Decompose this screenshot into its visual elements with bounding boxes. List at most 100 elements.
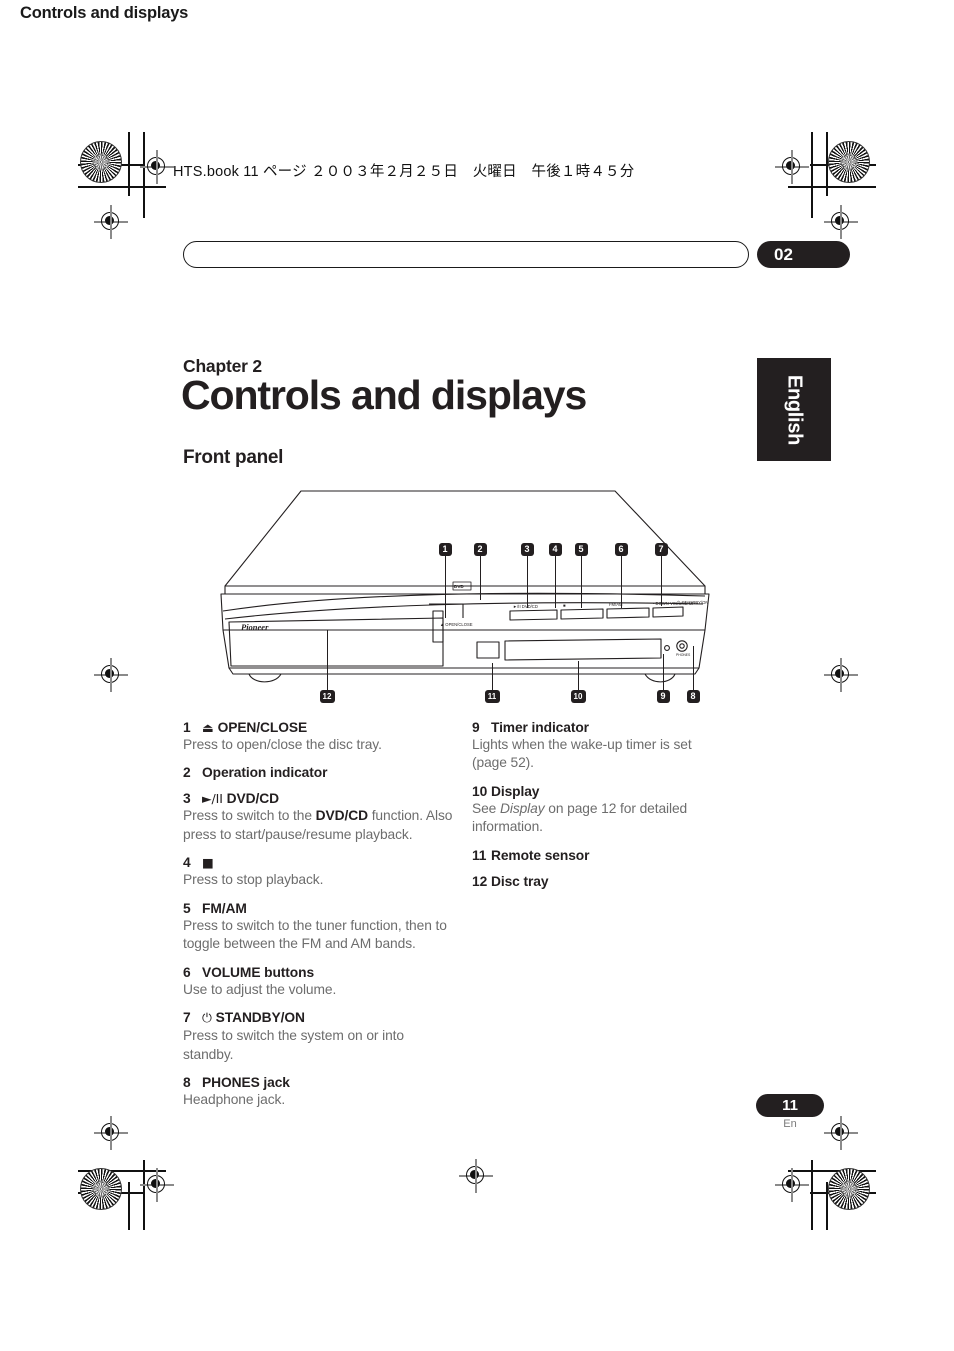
front-panel-item-number: 1 — [183, 720, 191, 735]
front-panel-item-label: Display — [491, 783, 540, 799]
pioneer-brand-logo: Pioneer — [241, 622, 269, 632]
callout-leader-11 — [492, 663, 494, 690]
language-side-tab: English — [757, 358, 831, 461]
front-panel-item-description: Press to open/close the disc tray. — [183, 737, 382, 752]
front-panel-item-label: Timer indicator — [491, 720, 589, 735]
callout-leader-5 — [581, 556, 583, 608]
front-panel-item-number: 10 — [472, 783, 488, 799]
registration-star — [828, 1168, 870, 1210]
front-panel-item-heading: 7 ⏻ STANDBY/ON — [183, 1010, 455, 1026]
callout-marker-5: 5 — [574, 543, 588, 556]
callout-leader-1 — [445, 556, 447, 618]
front-panel-item-description: Headphone jack. — [183, 1092, 286, 1108]
front-panel-item-heading: 12 Disc tray — [472, 874, 712, 889]
front-panel-item-number: 7 — [183, 1010, 191, 1026]
front-panel-item-number: 6 — [183, 964, 191, 980]
front-panel-item-heading: 2 Operation indicator — [183, 765, 455, 780]
front-panel-item-description: Press to switch to the DVD/CD function. … — [183, 808, 453, 842]
front-panel-item-label: STANDBY/ON — [215, 1010, 305, 1026]
callout-leader-4 — [555, 556, 557, 608]
crop-mark — [128, 1182, 130, 1230]
callout-leader-12 — [327, 630, 329, 690]
callout-leader-8 — [693, 646, 695, 690]
callout-leader-9 — [663, 654, 665, 690]
callout-marker-6: 6 — [614, 543, 628, 556]
running-header-title: Controls and displays — [20, 4, 189, 22]
front-panel-item-label: Operation indicator — [202, 765, 328, 781]
section-title: Front panel — [183, 447, 284, 468]
front-panel-item-heading: 3 ►/II DVD/CD — [183, 791, 455, 806]
callout-leader-2 — [480, 556, 482, 600]
front-panel-item: 5 FM/AM Press to switch to the tuner funct… — [183, 901, 455, 954]
front-panel-item-number: 5 — [183, 900, 191, 916]
crop-mark — [78, 186, 166, 188]
page-number: 11 — [756, 1094, 824, 1117]
tray-open-close-label: ▲ OPEN/CLOSE — [440, 622, 473, 627]
front-panel-item: 7 ⏻ STANDBY/ON Press to switch the system … — [183, 1010, 455, 1064]
eject-icon: ⏏ — [202, 720, 218, 735]
front-panel-item: 1 ⏏ OPEN/CLOSE Press to open/close the dis… — [183, 720, 455, 754]
front-panel-item-heading: 11 Remote sensor — [472, 848, 712, 863]
registration-cross — [94, 1116, 128, 1150]
front-panel-item-description: See Display on page 12 for detailed info… — [472, 800, 688, 835]
crop-mark — [788, 186, 876, 188]
callout-marker-2: 2 — [473, 543, 487, 556]
callout-marker-4: 4 — [548, 543, 562, 556]
stop-icon: ■ — [202, 855, 214, 871]
running-header-chapter-number: 02 — [757, 241, 850, 268]
callout-marker-9: 9 — [656, 690, 670, 703]
front-panel-items-right-column: 9 Timer indicator Lights when the wake-up … — [472, 720, 712, 900]
crop-mark — [811, 1160, 813, 1230]
registration-cross — [775, 1168, 809, 1202]
file-header-text: HTS.book 11 ページ ２００３年２月２５日 火曜日 午後１時４５分 — [173, 164, 635, 180]
registration-cross — [824, 205, 858, 239]
page-title: Controls and displays — [181, 372, 587, 418]
front-panel-item-number: 3 — [183, 791, 191, 807]
front-panel-illustration: ▲ OPEN/CLOSE ►/II DVD/CD ■ FM/AM - DOWN … — [205, 478, 715, 713]
front-panel-item: 10 Display See Display on page 12 for deta… — [472, 784, 712, 837]
callout-leader-7 — [661, 556, 663, 606]
dvd-video-logo: DVD — [454, 584, 464, 589]
callout-leader-6 — [621, 556, 623, 608]
label-phones: PHONES — [676, 653, 691, 657]
front-panel-item-number: 8 — [183, 1075, 191, 1091]
front-panel-item-label: PHONES jack — [202, 1075, 290, 1091]
front-panel-drawing: ▲ OPEN/CLOSE ►/II DVD/CD ■ FM/AM - DOWN … — [220, 490, 710, 683]
registration-cross — [824, 658, 858, 692]
registration-cross — [94, 658, 128, 692]
front-panel-item-description: Press to switch to the tuner function, t… — [183, 917, 447, 952]
label-stop: ■ — [563, 603, 566, 608]
front-panel-item-description: Press to switch the system on or into st… — [183, 1028, 404, 1062]
front-panel-item-heading: 6 VOLUME buttons — [183, 965, 455, 980]
front-panel-item-heading: 10 Display — [472, 784, 712, 799]
callout-marker-8: 8 — [686, 690, 700, 703]
front-panel-item-label: FM/AM — [202, 900, 247, 916]
front-panel-item-number: 2 — [183, 765, 191, 781]
callout-leader-3 — [527, 556, 529, 608]
front-panel-item: 4 ■ Press to stop playback. — [183, 855, 455, 889]
callout-marker-11: 11 — [484, 690, 500, 703]
front-panel-item: 12 Disc tray — [472, 874, 712, 889]
running-header-pill — [183, 241, 749, 268]
registration-cross — [459, 1159, 493, 1193]
front-panel-item-description: Lights when the wake-up timer is set (pa… — [472, 737, 692, 771]
front-panel-item-heading: 8 PHONES jack — [183, 1075, 455, 1090]
callout-marker-10: 10 — [570, 690, 586, 703]
label-dvd-cd: ►/II DVD/CD — [513, 604, 538, 609]
front-panel-item-description: Press to stop playback. — [183, 872, 324, 888]
front-panel-item: 9 Timer indicator Lights when the wake-up … — [472, 720, 712, 773]
front-panel-item-heading: 9 Timer indicator — [472, 720, 712, 735]
callout-marker-1: 1 — [438, 543, 452, 556]
registration-cross — [140, 150, 174, 184]
registration-star — [828, 141, 870, 183]
play-pause-icon: ►/II — [202, 791, 227, 807]
front-panel-item-label: Disc tray — [491, 873, 549, 889]
front-panel-item: 2 Operation indicator — [183, 765, 455, 780]
front-panel-item: 8 PHONES jack Headphone jack. — [183, 1075, 455, 1109]
registration-cross — [824, 1116, 858, 1150]
front-panel-item-number: 12 — [472, 873, 488, 889]
callout-marker-3: 3 — [520, 543, 534, 556]
front-panel-item-number: 4 — [183, 855, 191, 871]
front-panel-item-description: Use to adjust the volume. — [183, 981, 337, 997]
front-panel-item-label: OPEN/CLOSE — [217, 720, 308, 735]
